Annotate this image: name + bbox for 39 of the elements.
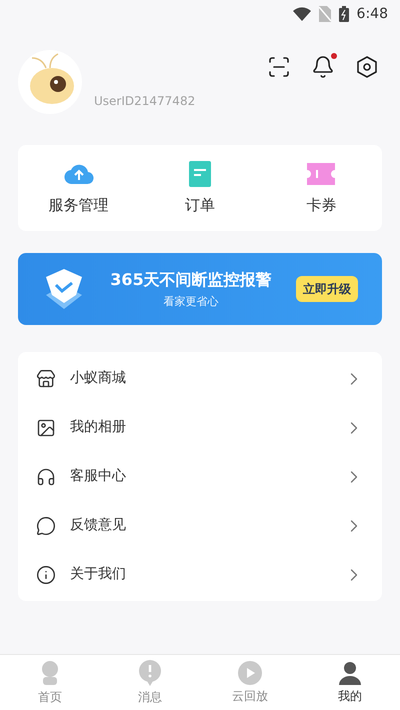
chat-bubble-icon xyxy=(36,516,56,536)
play-circle-icon xyxy=(237,660,263,686)
bell-icon xyxy=(311,55,335,79)
menu-label: 反馈意见 xyxy=(70,516,127,535)
banner-title: 365天不间断监控报警 xyxy=(110,268,272,291)
settings-icon xyxy=(355,55,379,79)
scan-button[interactable] xyxy=(267,55,291,79)
store-icon xyxy=(36,368,56,388)
menu-label: 小蚁商城 xyxy=(70,369,127,388)
menu-item[interactable]: 我的相册 xyxy=(18,403,382,452)
menu-item[interactable]: 客服中心 xyxy=(18,452,382,501)
ticket-icon xyxy=(307,162,336,185)
clock-time: 6:48 xyxy=(356,4,388,24)
menu-item[interactable]: 关于我们 xyxy=(18,550,382,599)
scan-icon xyxy=(267,55,291,79)
user-icon xyxy=(337,660,363,686)
battery-icon xyxy=(338,6,349,22)
document-icon xyxy=(188,160,211,187)
menu-label: 客服中心 xyxy=(70,467,127,486)
image-icon xyxy=(36,418,56,438)
upgrade-button[interactable]: 立即升级 xyxy=(296,276,358,302)
menu-label: 关于我们 xyxy=(70,565,127,584)
banner-subtitle: 看家更省心 xyxy=(164,294,218,310)
user-id: UserID21477482 xyxy=(94,93,196,110)
info-icon xyxy=(36,564,56,584)
menu-item[interactable]: 小蚁商城 xyxy=(18,354,382,403)
menu-item[interactable]: 反馈意见 xyxy=(18,501,382,550)
quick-action[interactable]: 服务管理 xyxy=(18,145,140,231)
headset-icon xyxy=(36,466,56,486)
settings-button[interactable] xyxy=(355,55,379,79)
no-sim-icon xyxy=(318,6,331,22)
quick-action[interactable]: 订单 xyxy=(139,145,261,231)
tab[interactable]: 我的 xyxy=(300,655,400,710)
avatar xyxy=(18,50,82,114)
menu-label: 我的相册 xyxy=(70,418,127,437)
quick-action[interactable]: 卡券 xyxy=(260,145,382,231)
notifications-button[interactable] xyxy=(311,55,335,79)
wifi-icon xyxy=(292,7,311,21)
alert-bubble-icon xyxy=(137,659,163,687)
